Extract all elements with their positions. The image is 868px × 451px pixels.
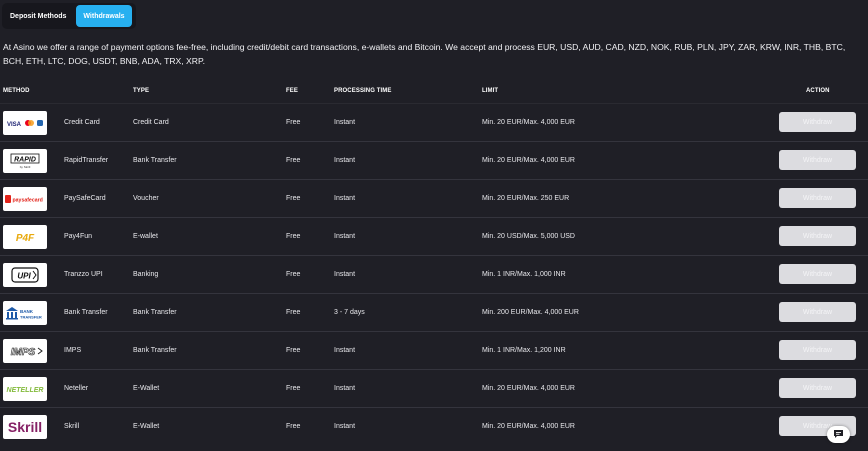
visa-mastercard-logo: VISA bbox=[3, 111, 47, 135]
chat-bubble-icon bbox=[833, 426, 844, 444]
column-type: TYPE bbox=[133, 88, 150, 94]
method-type: Banking bbox=[133, 271, 159, 278]
processing-time: 3 - 7 days bbox=[334, 309, 365, 316]
method-type: E-Wallet bbox=[133, 423, 160, 430]
processing-time: Instant bbox=[334, 385, 356, 392]
method-fee: Free bbox=[286, 119, 301, 126]
method-fee: Free bbox=[286, 195, 301, 202]
method-fee: Free bbox=[286, 347, 301, 354]
svg-text:P4F: P4F bbox=[16, 233, 35, 244]
limit-range: Min. 1 INR/Max. 1,000 INR bbox=[482, 271, 566, 278]
processing-time: Instant bbox=[334, 119, 356, 126]
bank-transfer-logo: BANK TRANSFER bbox=[3, 301, 47, 325]
column-fee: FEE bbox=[286, 88, 298, 94]
svg-text:RAPID: RAPID bbox=[14, 157, 36, 164]
svg-text:NETELLER: NETELLER bbox=[7, 387, 44, 394]
processing-time: Instant bbox=[334, 233, 356, 240]
method-fee: Free bbox=[286, 233, 301, 240]
withdraw-button[interactable]: Withdraw bbox=[779, 302, 856, 322]
method-fee: Free bbox=[286, 157, 301, 164]
column-method: METHOD bbox=[3, 88, 30, 94]
method-type: E-Wallet bbox=[133, 385, 160, 392]
limit-range: Min. 1 INR/Max. 1,200 INR bbox=[482, 347, 566, 354]
table-header: METHOD TYPE FEE PROCESSING TIME LIMIT AC… bbox=[0, 88, 868, 98]
intro-text: At Asino we offer a range of payment opt… bbox=[3, 42, 846, 66]
method-name: Credit Card bbox=[64, 119, 100, 126]
method-type: Voucher bbox=[133, 195, 159, 202]
method-name: RapidTransfer bbox=[64, 157, 109, 164]
method-name: PaySafeCard bbox=[64, 195, 106, 202]
table-row: paysafecard PaySafeCard Voucher Free Ins… bbox=[0, 179, 868, 217]
table-row: Skrill Skrill E-Wallet Free Instant Min.… bbox=[0, 407, 868, 445]
method-name: Neteller bbox=[64, 385, 89, 392]
skrill-logo: Skrill bbox=[3, 415, 47, 439]
table-row: IMPS IMPS Bank Transfer Free Instant Min… bbox=[0, 331, 868, 369]
withdraw-button[interactable]: Withdraw bbox=[779, 340, 856, 360]
processing-time: Instant bbox=[334, 347, 356, 354]
method-name: Pay4Fun bbox=[64, 233, 93, 240]
processing-time: Instant bbox=[334, 271, 356, 278]
processing-time: Instant bbox=[334, 423, 356, 430]
table-row: RAPID by Skrill RapidTransfer Bank Trans… bbox=[0, 141, 868, 179]
method-fee: Free bbox=[286, 423, 301, 430]
chat-launcher-button[interactable] bbox=[827, 426, 850, 443]
imps-logo: IMPS bbox=[3, 339, 47, 363]
limit-range: Min. 20 EUR/Max. 4,000 EUR bbox=[482, 119, 575, 126]
upi-logo: UPI bbox=[3, 263, 47, 287]
svg-text:BANK: BANK bbox=[20, 309, 34, 314]
method-name: Skrill bbox=[64, 423, 80, 430]
limit-range: Min. 20 EUR/Max. 4,000 EUR bbox=[482, 157, 575, 164]
method-fee: Free bbox=[286, 385, 301, 392]
limit-range: Min. 20 EUR/Max. 4,000 EUR bbox=[482, 385, 575, 392]
svg-text:IMPS: IMPS bbox=[11, 347, 36, 358]
column-action: ACTION bbox=[806, 88, 830, 94]
table-row: VISA Credit Card Credit Card Free Instan… bbox=[0, 103, 868, 141]
rapid-transfer-logo: RAPID by Skrill bbox=[3, 149, 47, 173]
svg-text:by Skrill: by Skrill bbox=[20, 165, 31, 169]
processing-time: Instant bbox=[334, 157, 356, 164]
pay4fun-logo: P4F bbox=[3, 225, 47, 249]
svg-text:VISA: VISA bbox=[7, 122, 22, 128]
limit-range: Min. 20 USD/Max. 5,000 USD bbox=[482, 233, 575, 240]
withdraw-button[interactable]: Withdraw bbox=[779, 378, 856, 398]
method-type: Bank Transfer bbox=[133, 309, 177, 316]
column-limit: LIMIT bbox=[482, 88, 499, 94]
processing-time: Instant bbox=[334, 195, 356, 202]
method-type: E-wallet bbox=[133, 233, 158, 240]
neteller-logo: NETELLER bbox=[3, 377, 47, 401]
column-processing-time: PROCESSING TIME bbox=[334, 88, 392, 94]
table-row: NETELLER Neteller E-Wallet Free Instant … bbox=[0, 369, 868, 407]
tab-deposit-methods[interactable]: Deposit Methods bbox=[4, 5, 72, 27]
withdraw-button[interactable]: Withdraw bbox=[779, 226, 856, 246]
withdraw-button[interactable]: Withdraw bbox=[779, 112, 856, 132]
tab-withdrawals[interactable]: Withdrawals bbox=[76, 5, 132, 27]
limit-range: Min. 200 EUR/Max. 4,000 EUR bbox=[482, 309, 579, 316]
svg-text:UPI: UPI bbox=[17, 272, 31, 281]
method-name: Bank Transfer bbox=[64, 309, 108, 316]
method-fee: Free bbox=[286, 309, 301, 316]
svg-text:Skrill: Skrill bbox=[8, 419, 42, 435]
table-row: BANK TRANSFER Bank Transfer Bank Transfe… bbox=[0, 293, 868, 331]
method-type: Bank Transfer bbox=[133, 347, 177, 354]
method-fee: Free bbox=[286, 271, 301, 278]
withdraw-button[interactable]: Withdraw bbox=[779, 264, 856, 284]
limit-range: Min. 20 EUR/Max. 4,000 EUR bbox=[482, 423, 575, 430]
withdraw-button[interactable]: Withdraw bbox=[779, 150, 856, 170]
withdraw-button[interactable]: Withdraw bbox=[779, 188, 856, 208]
method-name: Tranzzo UPI bbox=[64, 271, 103, 278]
method-tabs: Deposit Methods Withdrawals bbox=[2, 3, 136, 29]
method-type: Credit Card bbox=[133, 119, 169, 126]
method-name: IMPS bbox=[64, 347, 82, 354]
method-type: Bank Transfer bbox=[133, 157, 177, 164]
payment-methods-table: VISA Credit Card Credit Card Free Instan… bbox=[0, 103, 868, 445]
table-row: P4F Pay4Fun E-wallet Free Instant Min. 2… bbox=[0, 217, 868, 255]
svg-text:paysafecard: paysafecard bbox=[13, 198, 43, 204]
table-row: UPI Tranzzo UPI Banking Free Instant Min… bbox=[0, 255, 868, 293]
paysafecard-logo: paysafecard bbox=[3, 187, 47, 211]
limit-range: Min. 20 EUR/Max. 250 EUR bbox=[482, 195, 570, 202]
svg-text:TRANSFER: TRANSFER bbox=[20, 315, 42, 320]
